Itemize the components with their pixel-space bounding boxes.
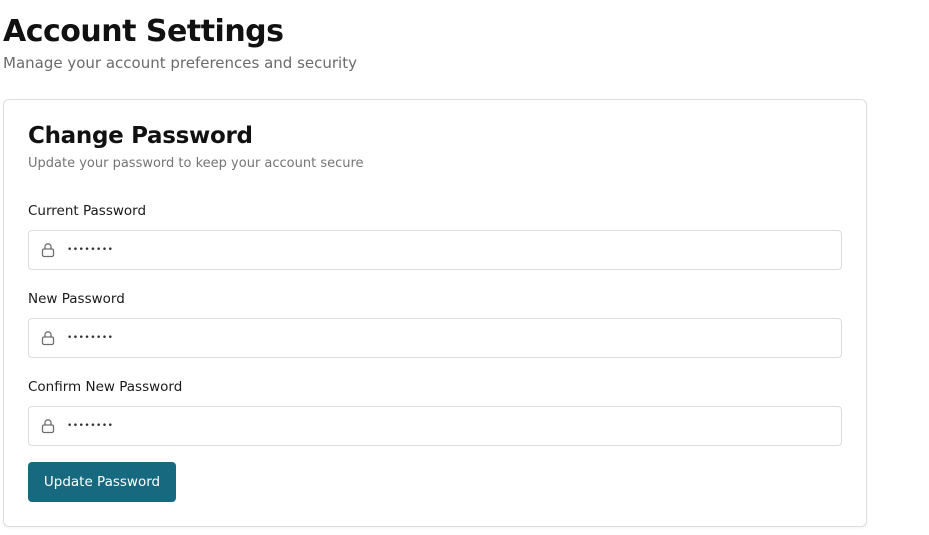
confirm-password-input[interactable] — [67, 407, 837, 445]
lock-icon — [41, 419, 55, 434]
new-password-field[interactable] — [28, 318, 842, 358]
card-subtitle: Update your password to keep your accoun… — [28, 156, 364, 171]
confirm-password-label: Confirm New Password — [28, 379, 183, 395]
current-password-label: Current Password — [28, 203, 147, 219]
page-title: Account Settings — [3, 14, 284, 49]
confirm-password-field[interactable] — [28, 406, 842, 446]
card-title: Change Password — [28, 123, 253, 149]
current-password-field[interactable] — [28, 230, 842, 270]
new-password-label: New Password — [28, 291, 125, 307]
account-settings-page: Account Settings Manage your account pre… — [0, 0, 929, 535]
change-password-card: Change Password Update your password to … — [3, 99, 867, 527]
update-password-button[interactable]: Update Password — [28, 462, 176, 502]
lock-icon — [41, 331, 55, 346]
new-password-input[interactable] — [67, 319, 837, 357]
current-password-input[interactable] — [67, 231, 837, 269]
page-subtitle: Manage your account preferences and secu… — [3, 54, 357, 72]
lock-icon — [41, 243, 55, 258]
